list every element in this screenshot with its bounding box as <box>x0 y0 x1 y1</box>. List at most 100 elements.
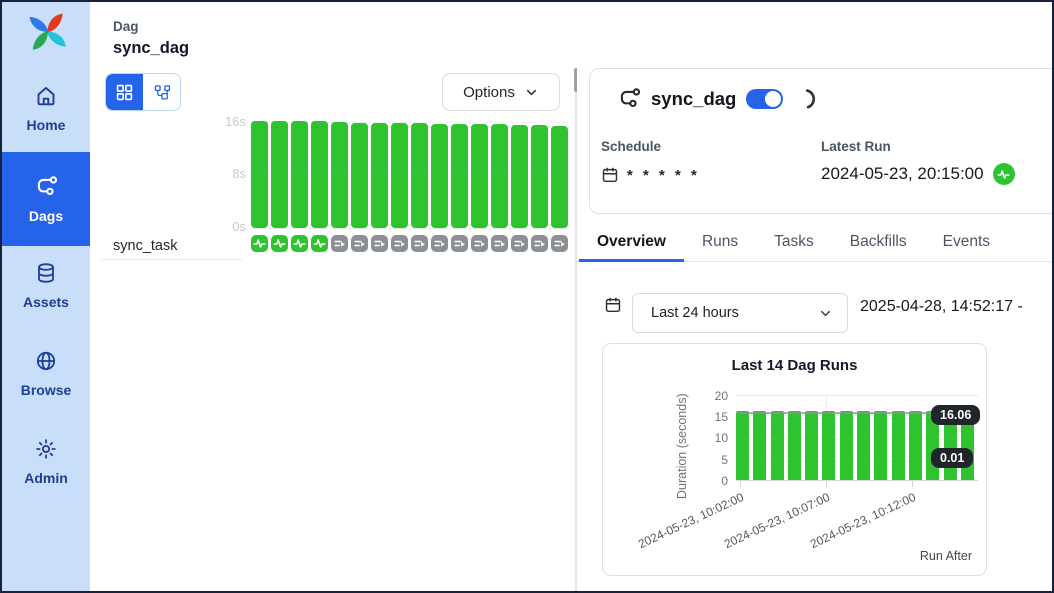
chart-bar[interactable] <box>805 411 818 480</box>
task-instance-scheduled-icon[interactable] <box>551 235 568 252</box>
time-range-select[interactable]: Last 24 hours <box>632 293 848 333</box>
chart-y-tick: 15 <box>696 410 728 424</box>
tab-overview[interactable]: Overview <box>579 226 684 262</box>
date-range-text: 2025-04-28, 14:52:17 - <box>860 298 1023 316</box>
toggle-knob <box>765 91 781 107</box>
task-instance-running-icon[interactable] <box>291 235 308 252</box>
sidebar-item-label: Browse <box>21 382 72 398</box>
chart-annotation-badge: 16.06 <box>931 405 980 425</box>
dag-run-bar[interactable] <box>431 124 448 228</box>
chart-y-tick: 0 <box>696 474 728 488</box>
tab-events[interactable]: Events <box>925 226 1008 262</box>
dag-run-bar[interactable] <box>451 124 468 228</box>
dag-pause-toggle[interactable] <box>746 89 783 109</box>
task-instance-row <box>251 235 568 252</box>
chart-y-tick: 10 <box>696 431 728 445</box>
dag-run-bar[interactable] <box>291 121 308 228</box>
latest-run-value[interactable]: 2024-05-23, 20:15:00 <box>821 164 984 184</box>
task-instance-scheduled-icon[interactable] <box>511 235 528 252</box>
detail-tabs: OverviewRunsTasksBackfillsEvents <box>577 226 1054 262</box>
chart-bar[interactable] <box>909 411 922 480</box>
dag-run-bar[interactable] <box>351 123 368 228</box>
dag-run-bar[interactable] <box>311 121 328 228</box>
dag-run-bar[interactable] <box>251 121 268 228</box>
grid-view-button[interactable] <box>106 74 143 110</box>
tab-runs[interactable]: Runs <box>684 226 756 262</box>
sidebar-item-home[interactable]: Home <box>2 76 90 140</box>
options-label: Options <box>463 84 515 101</box>
chart-bar[interactable] <box>753 411 766 480</box>
chart-bar[interactable] <box>840 411 853 480</box>
task-instance-scheduled-icon[interactable] <box>351 235 368 252</box>
dag-run-bar[interactable] <box>411 123 428 228</box>
dag-title: sync_dag <box>651 88 736 110</box>
grid-icon <box>115 83 134 102</box>
airflow-logo-icon[interactable] <box>24 8 70 54</box>
chart-bar[interactable] <box>771 411 784 480</box>
chart-x-tick <box>826 481 827 487</box>
page-title: sync_dag <box>113 39 189 58</box>
last-14-runs-chart-card: Last 14 Dag Runs Duration (seconds) 2015… <box>602 343 987 576</box>
dag-run-bar[interactable] <box>471 124 488 228</box>
chart-bar[interactable] <box>857 411 870 480</box>
dag-run-bar[interactable] <box>531 125 548 228</box>
task-instance-running-icon[interactable] <box>311 235 328 252</box>
dags-icon <box>34 175 58 199</box>
task-instance-running-icon[interactable] <box>271 235 288 252</box>
dag-run-bar[interactable] <box>271 121 288 228</box>
grid-y-tick: 16s <box>204 114 246 129</box>
app-window: Home Dags Assets Browse Admin Dag sync_dag O… <box>0 0 1054 593</box>
dag-grid-panel: Dag sync_dag Options 16s 8s 0s sync_task <box>90 2 575 591</box>
dag-run-bar[interactable] <box>371 123 388 228</box>
dag-run-bar[interactable] <box>551 126 568 228</box>
options-button[interactable]: Options <box>442 73 560 111</box>
sidebar-item-dags[interactable]: Dags <box>2 152 90 246</box>
sidebar-item-assets[interactable]: Assets <box>2 254 90 316</box>
dag-run-bar[interactable] <box>391 123 408 228</box>
task-instance-scheduled-icon[interactable] <box>431 235 448 252</box>
browse-icon <box>34 349 58 373</box>
tab-tasks[interactable]: Tasks <box>756 226 832 262</box>
chart-bar[interactable] <box>736 411 749 480</box>
task-instance-running-icon[interactable] <box>251 235 268 252</box>
task-instance-scheduled-icon[interactable] <box>391 235 408 252</box>
calendar-icon <box>604 296 622 314</box>
tab-backfills[interactable]: Backfills <box>832 226 925 262</box>
chart-bar[interactable] <box>822 411 835 480</box>
sidebar-item-label: Home <box>27 117 66 133</box>
sidebar-item-browse[interactable]: Browse <box>2 342 90 404</box>
view-toggle <box>105 73 181 111</box>
graph-view-button[interactable] <box>143 74 180 110</box>
sidebar-item-label: Admin <box>24 470 68 486</box>
sidebar-item-label: Dags <box>29 208 63 224</box>
breadcrumb[interactable]: Dag <box>113 19 139 34</box>
task-instance-scheduled-icon[interactable] <box>371 235 388 252</box>
task-instance-scheduled-icon[interactable] <box>471 235 488 252</box>
task-instance-scheduled-icon[interactable] <box>411 235 428 252</box>
grid-baseline <box>251 228 569 229</box>
calendar-icon <box>601 166 619 184</box>
chart-bar[interactable] <box>788 411 801 480</box>
grid-y-tick: 0s <box>204 219 246 234</box>
dag-run-bar[interactable] <box>511 125 528 228</box>
chart-title: Last 14 Dag Runs <box>603 357 986 374</box>
sidebar-item-admin[interactable]: Admin <box>2 430 90 492</box>
running-state-icon <box>993 163 1015 185</box>
chart-y-tick: 5 <box>696 453 728 467</box>
home-icon <box>34 84 58 108</box>
dag-run-bar[interactable] <box>331 122 348 228</box>
chart-bar[interactable] <box>892 411 905 480</box>
task-row-divider <box>101 259 242 260</box>
chart-bar[interactable] <box>874 411 887 480</box>
chart-x-tick <box>912 481 913 487</box>
latest-run-label: Latest Run <box>821 139 891 154</box>
dag-run-bar[interactable] <box>491 124 508 228</box>
task-instance-scheduled-icon[interactable] <box>331 235 348 252</box>
task-instance-scheduled-icon[interactable] <box>491 235 508 252</box>
grid-y-tick: 8s <box>204 166 246 181</box>
task-label[interactable]: sync_task <box>113 238 177 254</box>
chevron-down-icon <box>524 85 539 100</box>
loading-spinner-icon <box>793 87 817 111</box>
task-instance-scheduled-icon[interactable] <box>531 235 548 252</box>
task-instance-scheduled-icon[interactable] <box>451 235 468 252</box>
